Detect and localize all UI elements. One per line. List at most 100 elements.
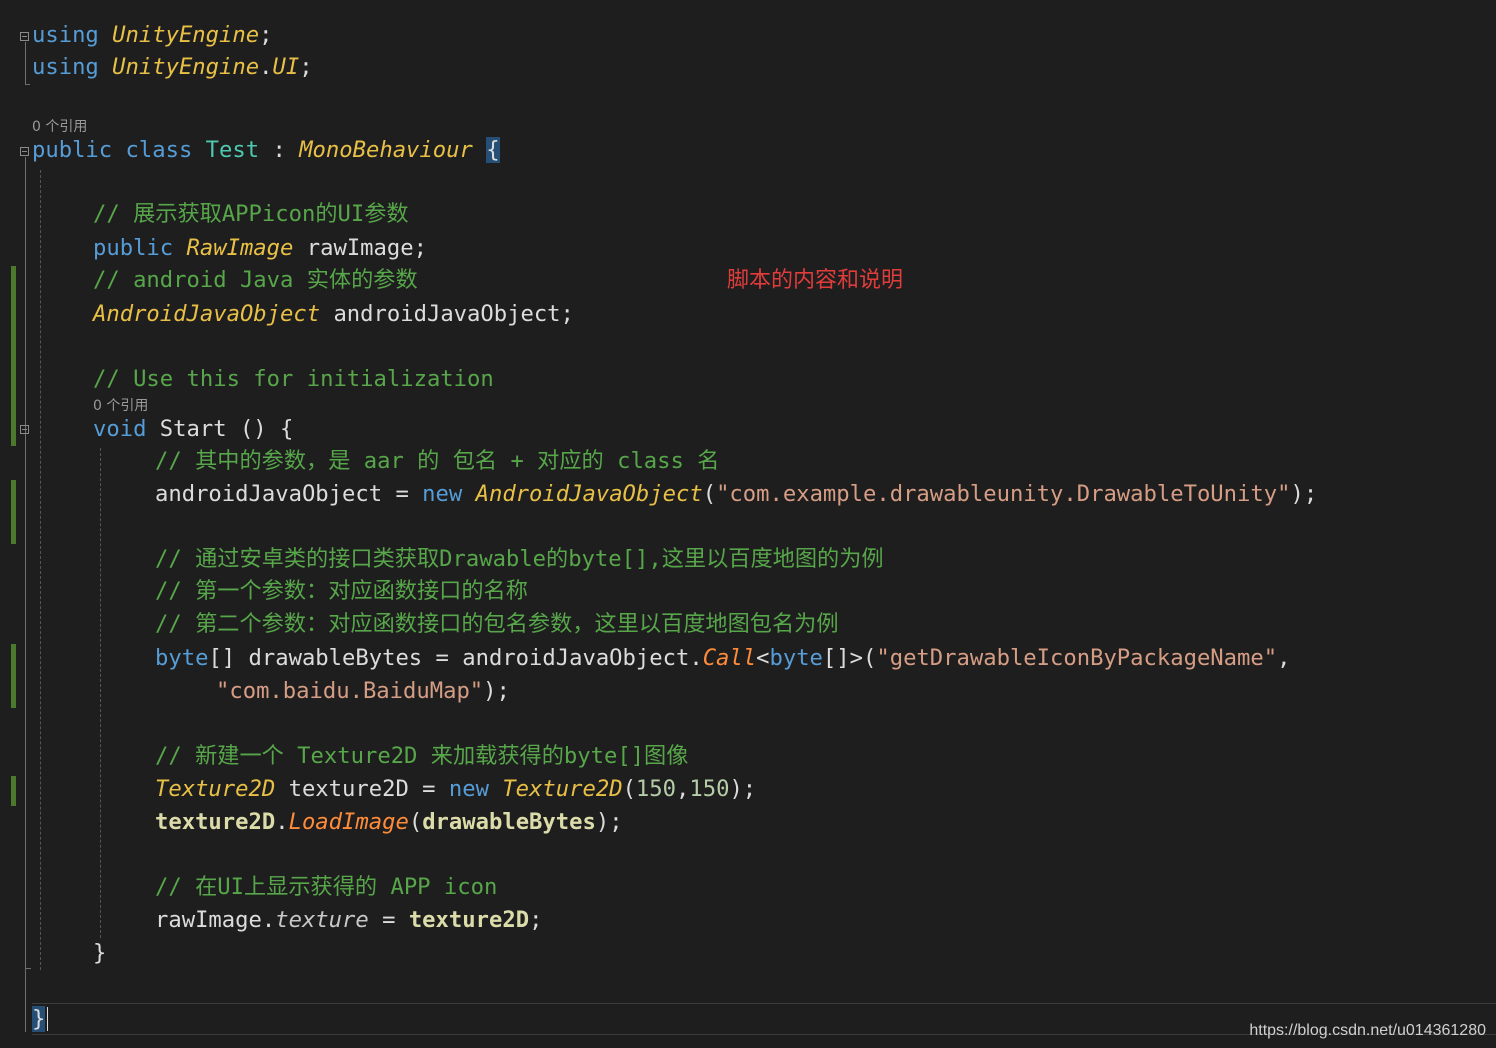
brace: } (93, 940, 107, 966)
identifier: [] drawableBytes = androidJavaObject. (208, 645, 703, 671)
punct: < (756, 645, 770, 671)
watermark: https://blog.csdn.net/u014361280 (1249, 1022, 1486, 1039)
code-line-statement[interactable]: Texture2D texture2D = new Texture2D(150,… (155, 773, 756, 805)
method-indent-guide (100, 448, 101, 938)
collapse-method-icon[interactable] (20, 425, 29, 434)
keyword: using (32, 54, 99, 80)
keyword: new (422, 481, 463, 507)
punct: ( (702, 481, 717, 507)
type: Texture2D (155, 776, 276, 802)
code-line-comment[interactable]: // 新建一个 Texture2D 来加载获得的byte[]图像 (155, 740, 688, 772)
base-type: MonoBehaviour (299, 137, 473, 163)
code-line-field[interactable]: public RawImage rawImage; (93, 232, 427, 264)
punct: ; (299, 54, 313, 80)
fold-guide-end (25, 968, 31, 969)
namespace: UI (272, 54, 300, 80)
change-marker (11, 644, 16, 708)
comment: // 通过安卓类的接口类获取Drawable的byte[],这里以百度地图的为例 (155, 546, 884, 572)
keyword: public (32, 137, 113, 163)
comment: // android Java 实体的参数 (93, 267, 418, 293)
code-line-comment[interactable]: // 通过安卓类的接口类获取Drawable的byte[],这里以百度地图的为例 (155, 543, 884, 575)
change-marker (11, 266, 16, 446)
identifier: rawImage; (293, 235, 427, 261)
identifier: texture2D (155, 809, 276, 835)
code-line-comment[interactable]: // 在UI上显示获得的 APP icon (155, 871, 497, 903)
comment: // 其中的参数，是 aar 的 包名 + 对应的 class 名 (155, 448, 720, 474)
code-line-comment[interactable]: // 其中的参数，是 aar 的 包名 + 对应的 class 名 (155, 445, 719, 477)
punct: . (259, 54, 273, 80)
punct: . (275, 809, 289, 835)
punct: ); (595, 809, 623, 835)
namespace: UnityEngine (112, 54, 260, 80)
property: texture (275, 907, 369, 933)
number: 150 (635, 776, 676, 802)
code-line-comment[interactable]: // 第一个参数：对应函数接口的名称 (155, 575, 528, 607)
code-line-continuation[interactable]: "com.baidu.BaiduMap"); (216, 675, 510, 707)
keyword: void (93, 416, 147, 442)
collapse-using-icon[interactable] (20, 32, 29, 41)
punct: = (368, 907, 409, 933)
code-line-method[interactable]: void Start () { (93, 413, 293, 445)
comment: // 在UI上显示获得的 APP icon (155, 874, 498, 900)
string-literal: "getDrawableIconByPackageName" (876, 645, 1278, 671)
class-fold-guide (25, 157, 26, 1032)
code-line-statement[interactable]: byte[] drawableBytes = androidJavaObject… (155, 642, 1290, 674)
code-line-field[interactable]: AndroidJavaObject androidJavaObject; (93, 298, 574, 330)
highlighted-brace: { (486, 137, 500, 163)
method-call: LoadImage (288, 809, 409, 835)
collapse-class-icon[interactable] (20, 147, 29, 156)
class-name: Test (205, 137, 260, 163)
highlighted-brace: } (32, 1006, 46, 1032)
code-line-statement[interactable]: androidJavaObject = new AndroidJavaObjec… (155, 478, 1317, 510)
punct: , (676, 776, 690, 802)
type: Texture2D (502, 776, 623, 802)
code-line-comment[interactable]: // android Java 实体的参数 (93, 264, 418, 296)
namespace: UnityEngine (112, 22, 260, 48)
change-marker (11, 480, 16, 544)
code-editor[interactable]: using UnityEngine; using UnityEngine.UI;… (0, 0, 1496, 1048)
type: AndroidJavaObject (93, 301, 321, 327)
punct: ; (259, 22, 273, 48)
keyword: public (93, 235, 174, 261)
type: RawImage (186, 235, 294, 261)
code-line-comment[interactable]: // 展示获取APPicon的UI参数 (93, 198, 409, 230)
code-line-class[interactable]: public class Test : MonoBehaviour { (32, 134, 500, 166)
method-call: Call (702, 645, 757, 671)
comment: // 新建一个 Texture2D 来加载获得的byte[]图像 (155, 743, 689, 769)
red-annotation: 脚本的内容和说明 (727, 268, 904, 293)
code-line-method-end[interactable]: } (93, 937, 106, 969)
keyword: class (125, 137, 193, 163)
method-signature: Start () { (146, 416, 294, 442)
identifier: androidJavaObject = (155, 481, 423, 507)
identifier: texture2D = (275, 776, 449, 802)
keyword: byte (769, 645, 823, 671)
code-line-2[interactable]: using UnityEngine.UI; (32, 51, 313, 83)
type: AndroidJavaObject (475, 481, 703, 507)
fold-guide (25, 42, 26, 84)
code-line-1[interactable]: using UnityEngine; (32, 19, 272, 51)
indent-guide (40, 170, 41, 970)
keyword: byte (155, 645, 209, 671)
comment: // 第一个参数：对应函数接口的名称 (155, 578, 528, 604)
current-line-border-top (32, 1003, 1496, 1004)
identifier: rawImage. (155, 907, 276, 933)
code-line-class-end[interactable]: } (32, 1003, 46, 1035)
punct: , (1277, 645, 1291, 671)
number: 150 (689, 776, 730, 802)
punct: []>( (822, 645, 877, 671)
keyword: using (32, 22, 99, 48)
code-line-comment[interactable]: // 第二个参数：对应函数接口的包名参数，这里以百度地图包名为例 (155, 608, 839, 640)
punct: ( (622, 776, 636, 802)
identifier: texture2D (408, 907, 530, 933)
code-line-statement[interactable]: texture2D.LoadImage(drawableBytes); (155, 806, 623, 838)
fold-guide-end (25, 84, 30, 85)
punct: : (259, 137, 300, 163)
comment: // 展示获取APPicon的UI参数 (93, 201, 409, 227)
punct: ( (408, 809, 423, 835)
punct: ); (483, 678, 510, 704)
text-cursor (47, 1007, 48, 1031)
change-marker (11, 776, 16, 806)
punct: ); (729, 776, 757, 802)
code-line-statement[interactable]: rawImage.texture = texture2D; (155, 904, 542, 936)
code-line-comment[interactable]: // Use this for initialization (93, 363, 494, 395)
